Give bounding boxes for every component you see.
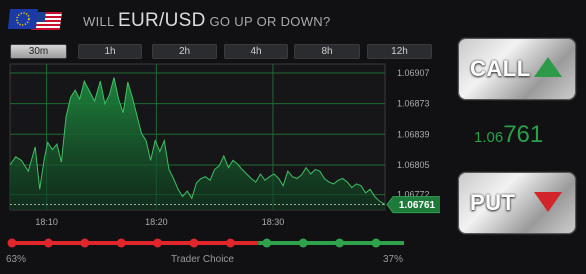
y-tick-label: 1.06873 (397, 99, 430, 109)
choice-dot (335, 238, 345, 248)
tab-30m[interactable]: 30m (10, 44, 67, 59)
trader-choice-label: Trader Choice (171, 254, 234, 265)
currency-pair: EUR/USD (117, 10, 206, 31)
x-tick-label: 18:30 (262, 217, 285, 227)
x-tick-label: 18:20 (145, 217, 168, 227)
y-tick-label: 1.06805 (397, 160, 430, 170)
question-heading: WILL EUR/USD GO UP OR DOWN? (83, 8, 331, 34)
tab-12h[interactable]: 12h (367, 44, 432, 59)
put-percentage: 37% (383, 254, 404, 265)
tab-4h[interactable]: 4h (224, 44, 288, 59)
x-tick-label: 18:10 (35, 217, 58, 227)
y-tick-label: 1.06839 (397, 129, 430, 139)
choice-dot (153, 238, 163, 248)
arrow-down-icon (534, 192, 562, 212)
tab-8h[interactable]: 8h (294, 44, 360, 59)
choice-dot (225, 238, 235, 248)
current-price-prefix: 1.06 (474, 129, 504, 146)
call-label: CALL (470, 56, 531, 81)
put-label: PUT (470, 190, 516, 215)
choice-dot (116, 238, 126, 248)
y-tick-label: 1.06907 (397, 68, 430, 78)
current-price-tag-label: 1.06761 (399, 200, 436, 211)
arrow-up-icon (534, 57, 562, 77)
choice-dot (371, 238, 381, 248)
choice-dot (298, 238, 308, 248)
price-chart: 1.06907 1.06873 1.06839 1.06805 1.06772 18:1… (0, 58, 442, 236)
tab-1h[interactable]: 1h (78, 44, 142, 59)
choice-dot (80, 238, 90, 248)
call-percentage: 63% (6, 254, 27, 265)
choice-dot (43, 238, 53, 248)
current-price: 1.06761 (474, 118, 564, 152)
choice-dot (7, 238, 17, 248)
choice-dot (262, 238, 272, 248)
call-button[interactable]: CALL (458, 38, 576, 100)
put-button[interactable]: PUT (458, 172, 576, 234)
tab-2h[interactable]: 2h (152, 44, 217, 59)
timeframe-tabs: 30m 1h 2h 4h 8h 12h (10, 44, 432, 59)
current-price-suffix: 761 (503, 121, 544, 148)
question-suffix: GO UP OR DOWN? (209, 14, 331, 29)
choice-dot (189, 238, 199, 248)
eu-us-flag-icon (8, 9, 62, 30)
question-prefix: WILL (83, 14, 115, 29)
